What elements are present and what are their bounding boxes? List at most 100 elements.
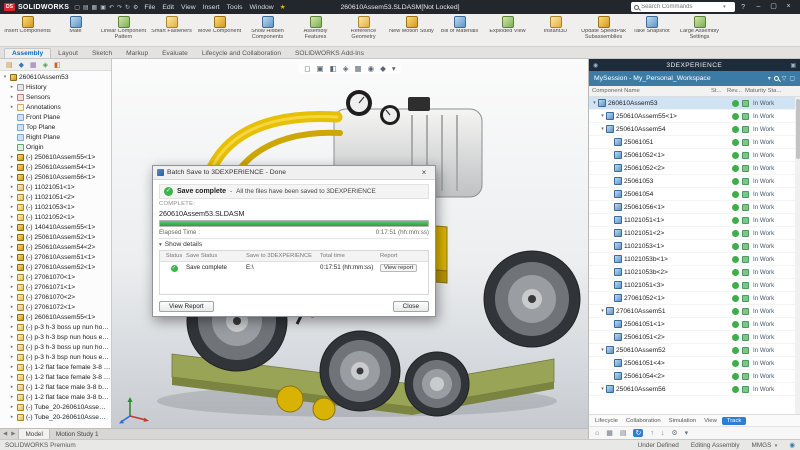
display-style-icon[interactable]: ▦ <box>355 64 362 73</box>
component-row[interactable]: 25061051<4>In Work <box>589 357 800 370</box>
tab-scroll-right-icon[interactable]: ▶ <box>10 431 16 437</box>
tab-assembly[interactable]: Assembly <box>4 48 51 58</box>
ribbon-button-new-motion-study[interactable]: New Motion Study <box>388 15 435 46</box>
maximize-button[interactable]: ▢ <box>766 0 781 14</box>
ribbon-button-mate[interactable]: Mate <box>52 15 99 46</box>
tab-solidworks-add-ins[interactable]: SOLIDWORKS Add-Ins <box>288 49 371 58</box>
home-icon[interactable]: ⌂ <box>595 430 599 437</box>
tree-item[interactable]: Front Plane <box>0 112 111 122</box>
menu-window[interactable]: Window <box>247 4 277 11</box>
expander-icon[interactable]: ▸ <box>9 254 15 260</box>
expander-icon[interactable]: ▸ <box>9 324 15 330</box>
hide-show-items-icon[interactable]: ◉ <box>368 64 375 73</box>
menu-insert[interactable]: Insert <box>200 4 223 11</box>
tree-item[interactable]: Top Plane <box>0 122 111 132</box>
tab-markup[interactable]: Markup <box>119 49 155 58</box>
expander-icon[interactable]: ▾ <box>2 74 8 80</box>
tree-item[interactable]: ▸(-) 250610Assem54<1> <box>0 162 111 172</box>
tag-icon[interactable]: ▢ <box>789 75 795 82</box>
list-view-icon[interactable]: ▤ <box>620 429 627 437</box>
session-caret-icon[interactable]: ▾ <box>768 75 771 82</box>
ribbon-button-linear-component-pattern[interactable]: Linear Component Pattern <box>100 15 147 46</box>
component-row[interactable]: ▾250610Assem56In Work <box>589 383 800 396</box>
rebuild-icon[interactable]: ↻ <box>125 4 130 11</box>
tree-item[interactable]: ▸(-) Tube_20-260610Assem50<1> <box>0 402 111 412</box>
tree-item[interactable]: ▸(-) 11021051<1> <box>0 182 111 192</box>
expander-icon[interactable]: ▸ <box>9 204 15 210</box>
expander-icon[interactable]: ▸ <box>9 84 15 90</box>
help-icon[interactable]: ? <box>739 4 747 11</box>
appearances-icon[interactable]: ◆ <box>380 64 386 73</box>
tree-item[interactable]: ▸(-) 27061072<1> <box>0 302 111 312</box>
component-row[interactable]: ▾250610Assem54In Work <box>589 123 800 136</box>
redo-icon[interactable]: ↷ <box>117 4 122 11</box>
expander-icon[interactable]: ▸ <box>9 234 15 240</box>
view-report-link[interactable]: View report <box>380 264 417 272</box>
component-row[interactable]: ▾250610Assem55<1>In Work <box>589 110 800 123</box>
tab-model[interactable]: Model <box>18 429 49 439</box>
tree-item[interactable]: ▸(-) p-3 h-3 bsp nun hous end<1> <box>0 332 111 342</box>
view-orientation-icon[interactable]: ◈ <box>343 64 349 73</box>
expander-icon[interactable]: ▸ <box>9 224 15 230</box>
view-settings-caret-icon[interactable]: ▾ <box>392 64 396 73</box>
tree-item[interactable]: ▸(-) p-3 h-3 bsp nun hous end<2> <box>0 352 111 362</box>
component-row[interactable]: 25061051In Work <box>589 136 800 149</box>
expander-icon[interactable]: ▾ <box>599 308 606 314</box>
zoom-fit-icon[interactable]: ◻ <box>304 64 310 73</box>
panel-tab-collaboration[interactable]: Collaboration <box>623 418 664 424</box>
ribbon-button-exploded-view[interactable]: Exploded View <box>484 15 531 46</box>
component-row[interactable]: 11021051<3>In Work <box>589 279 800 292</box>
tab-motion-study-1[interactable]: Motion Study 1 <box>50 429 105 439</box>
expander-icon[interactable]: ▸ <box>9 164 15 170</box>
component-row[interactable]: 11021053b<1>In Work <box>589 253 800 266</box>
ribbon-button-smart-fasteners[interactable]: Smart Fasteners <box>148 15 195 46</box>
tree-item[interactable]: ▸(-) 27061071<1> <box>0 282 111 292</box>
expander-icon[interactable]: ▸ <box>9 414 15 420</box>
minimize-button[interactable]: – <box>751 0 766 14</box>
tree-item[interactable]: ▸(-) 1-2 flat face female 3-8 bsp f<2> <box>0 372 111 382</box>
graphics-viewport[interactable]: ◻▣◧◈▦◉◆▾ <box>112 59 588 428</box>
ribbon-button-instant3d[interactable]: Instant3D <box>532 15 579 46</box>
tree-item[interactable]: ▸(-) 1-2 flat face male 3-8 bsp f<2> <box>0 392 111 402</box>
sync-icon[interactable]: ↻ <box>633 429 643 437</box>
save-icon[interactable]: ▦ <box>92 4 98 11</box>
panel-tab-lifecycle[interactable]: Lifecycle <box>592 418 621 424</box>
column-header-component-name[interactable]: Component Name <box>592 88 711 94</box>
mysession-bar[interactable]: MySession - My_Personal_Workspace ▾ ▽▢ <box>589 71 800 86</box>
print-icon[interactable]: ▣ <box>100 4 106 11</box>
dialog-close-icon[interactable]: × <box>417 168 431 177</box>
filter-icon[interactable]: ▽ <box>782 75 787 82</box>
expander-icon[interactable]: ▸ <box>9 304 15 310</box>
expander-icon[interactable]: ▸ <box>9 174 15 180</box>
expander-icon[interactable]: ▸ <box>9 104 15 110</box>
tree-item[interactable]: ▸Annotations <box>0 102 111 112</box>
dialog-title-bar[interactable]: Batch Save to 3DEXPERIENCE - Done × <box>153 166 435 180</box>
ribbon-button-assembly-features[interactable]: Assembly Features <box>292 15 339 46</box>
expander-icon[interactable]: ▾ <box>599 347 606 353</box>
tree-item[interactable]: ▸(-) p-3 h-3 boss up nun hous end<1> <box>0 322 111 332</box>
tree-item[interactable]: ▸(-) 1-2 flat face female 3-8 bsp f<1> <box>0 362 111 372</box>
close-button[interactable]: Close <box>393 301 429 312</box>
expander-icon[interactable]: ▸ <box>9 184 15 190</box>
expander-icon[interactable]: ▾ <box>591 100 598 106</box>
ribbon-button-insert-components[interactable]: Insert Components <box>4 15 51 46</box>
undock-panel-icon[interactable]: ▣ <box>790 62 796 69</box>
component-row[interactable]: 25061056<1>In Work <box>589 201 800 214</box>
panel-tab-view[interactable]: View <box>701 418 720 424</box>
component-row[interactable]: 11021051<2>In Work <box>589 227 800 240</box>
expander-icon[interactable]: ▸ <box>9 194 15 200</box>
tree-item[interactable]: Origin <box>0 142 111 152</box>
tree-item[interactable]: ▸History <box>0 82 111 92</box>
tree-item[interactable]: ▸(-) Tube_20-260610Assem50<2> <box>0 412 111 422</box>
component-row[interactable]: ▾270610Assem51In Work <box>589 305 800 318</box>
upload-icon[interactable]: ↑ <box>650 430 654 437</box>
panel-search-icon[interactable] <box>774 76 779 81</box>
favorites-star-icon[interactable]: ★ <box>280 3 286 11</box>
panel-scrollbar[interactable] <box>795 97 800 414</box>
expander-icon[interactable]: ▾ <box>599 113 606 119</box>
menu-edit[interactable]: Edit <box>159 4 177 11</box>
component-row[interactable]: 11021053b<2>In Work <box>589 266 800 279</box>
ribbon-button-bill-of-materials[interactable]: Bill of Materials <box>436 15 483 46</box>
tab-evaluate[interactable]: Evaluate <box>155 49 195 58</box>
component-row[interactable]: 25061054<2>In Work <box>589 370 800 383</box>
